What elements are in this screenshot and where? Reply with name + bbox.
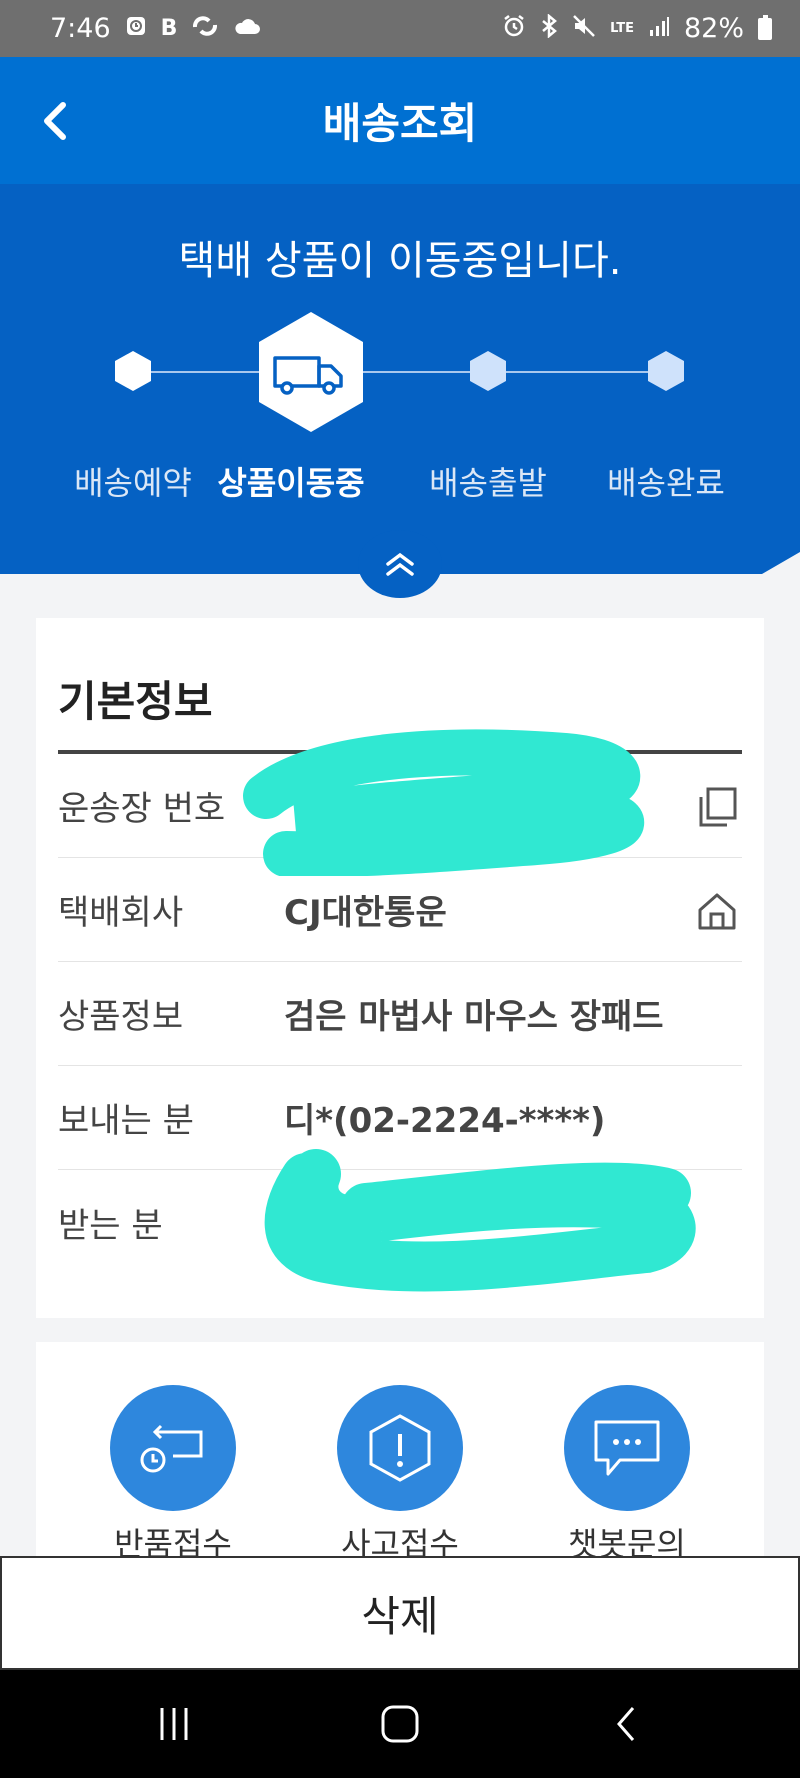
return-request-circle	[110, 1385, 236, 1511]
chatbot-icon	[594, 1420, 660, 1476]
alarm-icon	[502, 14, 526, 44]
recent-apps-button[interactable]	[144, 1698, 204, 1750]
step-label-reserved: 배송예약	[74, 464, 192, 502]
copy-icon	[699, 787, 737, 827]
status-time: 7:46	[50, 13, 111, 44]
courier-home-button[interactable]	[696, 890, 738, 932]
cloud-icon	[233, 16, 261, 42]
quick-actions-card: 반품접수 사고접수 챗봇문의	[36, 1342, 764, 1562]
step-node-1	[115, 351, 151, 391]
lte-icon: LTE	[610, 21, 634, 36]
home-nav-button[interactable]	[370, 1698, 430, 1750]
double-chevron-up-icon	[386, 552, 414, 576]
tracking-status-panel: 택배 상품이 이동중입니다. 배송예약 상품이동중 배송출발 배송완료	[0, 184, 800, 574]
sender-value: 디*(02-2224-****)	[284, 1101, 606, 1141]
accident-report-icon	[369, 1414, 431, 1482]
alarm-clock-app-icon	[125, 15, 147, 43]
basic-info-card: 기본정보 운송장 번호 택배회사 CJ대한통운 상품정보 검은 마법사 마우스 …	[36, 618, 764, 1318]
step-label-in-transit: 상품이동중	[217, 464, 365, 502]
chatbot-button[interactable]: 챗봇문의	[564, 1385, 690, 1562]
progress-track-line	[133, 371, 666, 373]
swirl-app-icon	[191, 15, 219, 43]
recent-apps-icon	[160, 1708, 188, 1740]
redaction-recipient	[264, 1149, 696, 1292]
step-label-out-for-delivery: 배송출발	[429, 464, 547, 502]
info-row-product: 상품정보 검은 마법사 마우스 장패드	[58, 962, 742, 1066]
return-request-icon	[140, 1424, 203, 1473]
tracking-message: 택배 상품이 이동중입니다.	[178, 238, 622, 284]
battery-percent: 82%	[683, 13, 744, 44]
step-node-3	[470, 351, 506, 391]
basic-info-title: 기본정보	[58, 677, 213, 726]
courier-value: CJ대한통운	[284, 893, 447, 933]
delete-button[interactable]: 삭제	[0, 1556, 800, 1670]
collapse-button[interactable]	[358, 530, 442, 598]
product-value: 검은 마법사 마우스 장패드	[284, 997, 664, 1037]
system-nav-bar	[0, 1670, 800, 1778]
return-request-button[interactable]: 반품접수	[110, 1385, 236, 1562]
back-nav-button[interactable]	[596, 1698, 656, 1750]
page-title: 배송조회	[322, 99, 478, 148]
hero-notch	[762, 552, 800, 574]
home-icon	[698, 893, 736, 930]
info-label: 택배회사	[58, 893, 184, 933]
step-node-4	[648, 351, 684, 391]
home-nav-icon	[381, 1705, 419, 1743]
bluetooth-icon	[540, 12, 558, 44]
b-app-icon: B	[160, 16, 178, 41]
step-label-delivered: 배송완료	[607, 464, 725, 502]
back-button[interactable]	[28, 93, 84, 149]
battery-icon	[758, 14, 772, 40]
app-bar: 배송조회	[0, 57, 800, 184]
back-nav-icon	[617, 1707, 635, 1741]
chatbot-circle	[564, 1385, 690, 1511]
chevron-left-icon	[44, 102, 66, 140]
step-node-2-active	[259, 312, 363, 432]
accident-report-circle	[337, 1385, 463, 1511]
redaction-tracking-number	[243, 729, 645, 876]
accident-report-button[interactable]: 사고접수	[337, 1385, 463, 1562]
mute-icon	[572, 14, 596, 44]
info-label: 상품정보	[58, 997, 184, 1037]
signal-icon	[648, 15, 670, 43]
info-label: 보내는 분	[58, 1101, 194, 1141]
copy-button[interactable]	[696, 786, 738, 828]
status-bar: 7:46 B LTE 82%	[0, 0, 800, 57]
